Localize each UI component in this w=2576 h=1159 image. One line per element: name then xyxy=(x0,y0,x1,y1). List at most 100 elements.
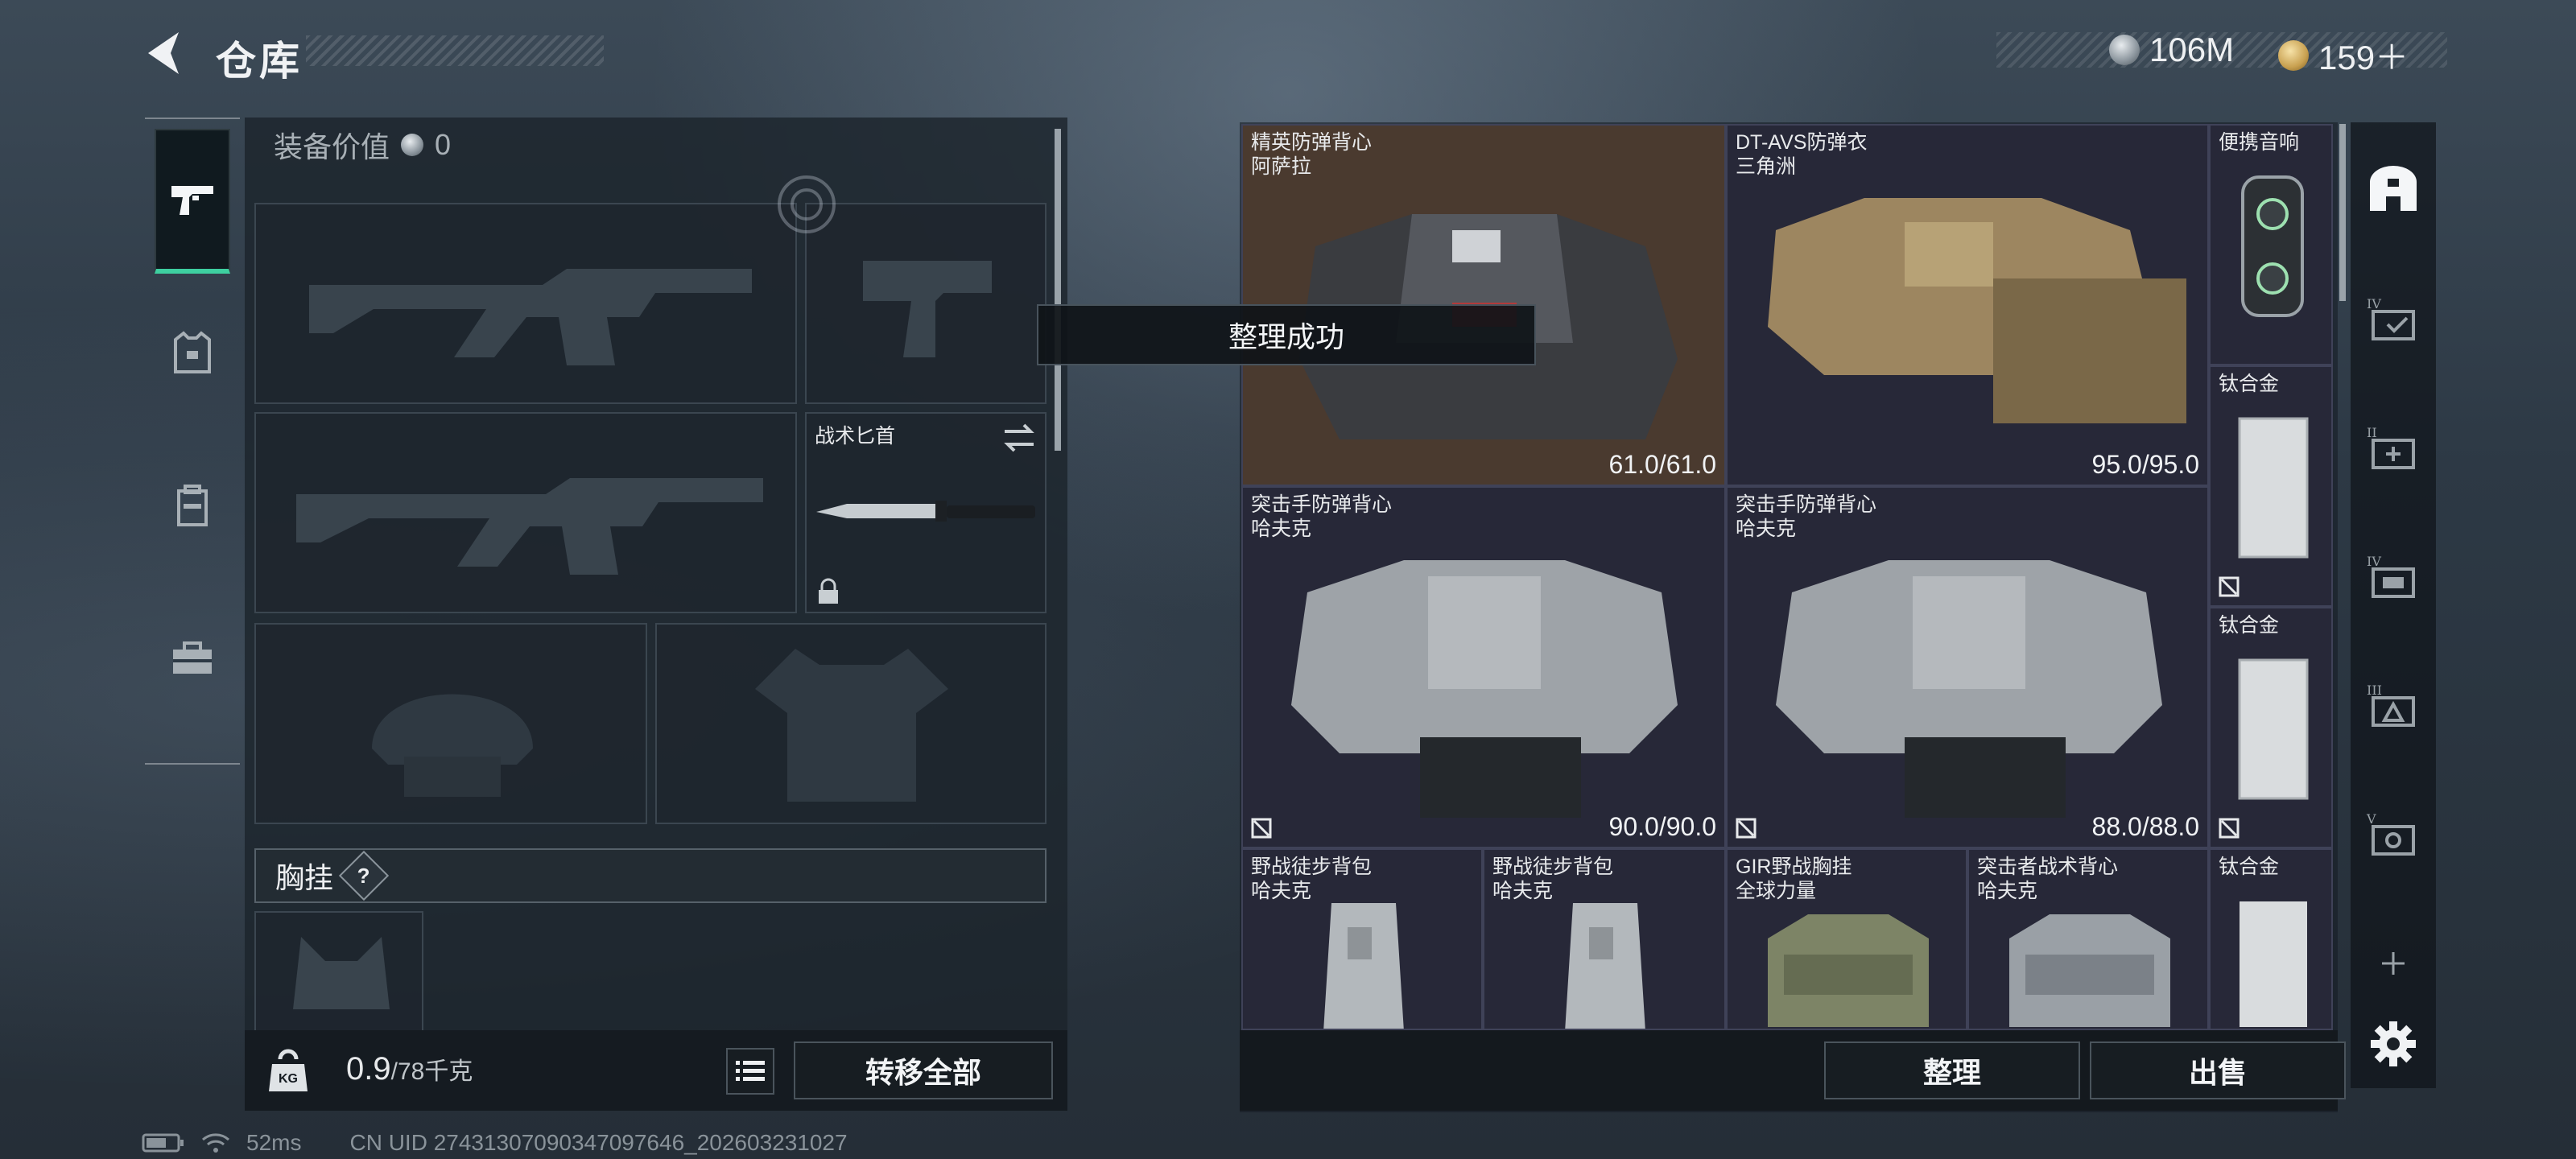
toast-sort-success: 整理成功 xyxy=(1037,304,1536,365)
item-name: 野战徒步背包 哈夫克 xyxy=(1251,856,1373,902)
lock-icon xyxy=(819,578,838,604)
inventory-item-assault-vest-1[interactable]: 突击手防弹背心 哈夫克 90.0/90.0 xyxy=(1241,486,1726,848)
silver-coin-icon xyxy=(401,134,424,156)
pistol-silhouette-icon xyxy=(863,261,992,357)
svg-text:II: II xyxy=(2367,425,2377,440)
help-button[interactable]: ? xyxy=(338,850,390,901)
inventory-item-titanium[interactable]: 钛合金 xyxy=(2209,365,2333,607)
weight-max: /78千克 xyxy=(390,1058,473,1085)
titanium-plate-image-icon xyxy=(2238,658,2309,800)
inventory-item-field-backpack-2[interactable]: 野战徒步背包 哈夫克 xyxy=(1483,848,1726,1030)
item-durability: 88.0/88.0 xyxy=(2091,812,2199,841)
target-reticle-icon xyxy=(778,175,836,233)
no-repair-icon xyxy=(2219,576,2240,597)
inventory-item-titanium[interactable]: 钛合金 xyxy=(2209,607,2333,848)
nav-armor[interactable] xyxy=(155,280,230,425)
svg-text:V: V xyxy=(2366,811,2376,827)
no-repair-icon xyxy=(2219,818,2240,839)
currency-gold[interactable]: 159＋ xyxy=(2278,31,2409,80)
silver-coin-icon xyxy=(2109,35,2140,65)
knife-image-icon xyxy=(816,501,1035,522)
nav-toolbox[interactable] xyxy=(155,586,230,731)
vest-icon xyxy=(174,331,211,373)
helmet-slot[interactable] xyxy=(254,623,647,824)
secondary-weapon-slot[interactable] xyxy=(778,175,1046,404)
storage-box-icon: IV xyxy=(2367,554,2415,598)
storage-sidebar: IV II IV III V xyxy=(2351,122,2436,1088)
settings-button[interactable] xyxy=(2365,1016,2421,1072)
transfer-all-button[interactable]: 转移全部 xyxy=(794,1041,1053,1099)
help-icon: ? xyxy=(357,863,370,888)
chest-rig-silhouette-icon xyxy=(293,937,390,1009)
storage-main-tab[interactable] xyxy=(2365,161,2421,217)
equipment-value-label: 装备价值 xyxy=(274,130,390,163)
svg-text:III: III xyxy=(2367,683,2382,698)
armor-silhouette-icon xyxy=(755,649,948,802)
inventory-item-portable-speaker[interactable]: 便携音响 xyxy=(2209,124,2333,365)
swap-icon[interactable] xyxy=(1001,422,1037,454)
add-storage-button[interactable] xyxy=(2365,935,2421,992)
no-repair-icon xyxy=(1251,818,1272,839)
sell-button[interactable]: 出售 xyxy=(2090,1041,2346,1099)
item-name: 便携音响 xyxy=(2219,131,2300,154)
storage-tab-iv-a[interactable]: IV xyxy=(2365,291,2421,348)
item-name: 钛合金 xyxy=(2219,614,2280,637)
equipment-value: 装备价值 0 xyxy=(274,124,451,166)
loadout-scrollbar[interactable] xyxy=(1055,129,1061,451)
inventory-item-gir-chest-rig[interactable]: GIR野战胸挂 全球力量 xyxy=(1726,848,1967,1030)
storage-tab-ii[interactable]: II xyxy=(2365,420,2421,476)
inventory-item-assault-vest-2[interactable]: 突击手防弹背心 哈夫克 88.0/88.0 xyxy=(1726,486,2209,848)
currency-silver[interactable]: 106M xyxy=(2109,31,2234,69)
storage-box-icon: V xyxy=(2366,811,2415,856)
battery-icon xyxy=(142,1133,184,1153)
storage-box-icon: II xyxy=(2367,425,2415,469)
inventory-item-raider-vest[interactable]: 突击者战术背心 哈夫克 xyxy=(1967,848,2209,1030)
primary-weapon-slot[interactable] xyxy=(254,203,797,404)
chest-rig-label: 胸挂 xyxy=(275,861,334,894)
sort-button[interactable]: 整理 xyxy=(1824,1041,2080,1099)
nav-backpack[interactable] xyxy=(155,433,230,578)
item-name: 钛合金 xyxy=(2219,373,2280,395)
inventory-scrollbar[interactable] xyxy=(2339,124,2346,301)
item-durability: 61.0/61.0 xyxy=(1608,450,1716,479)
list-icon xyxy=(736,1061,765,1081)
user-uid: CN UID 27431307090347097646_202603231027 xyxy=(349,1130,848,1155)
chest-rig-slot[interactable] xyxy=(254,911,423,1032)
category-nav xyxy=(145,118,240,765)
knife-slot[interactable]: 战术匕首 xyxy=(805,412,1046,613)
back-button[interactable] xyxy=(142,29,187,77)
titanium-plate-image-icon xyxy=(2240,901,2307,1027)
wifi-icon xyxy=(202,1133,229,1153)
list-view-button[interactable] xyxy=(726,1048,774,1095)
item-durability: 95.0/95.0 xyxy=(2091,450,2199,479)
backpack-image-icon xyxy=(1323,903,1404,1029)
dt-avs-armor-image-icon xyxy=(1768,198,2186,423)
storage-tab-v[interactable]: V xyxy=(2365,806,2421,863)
no-repair-icon xyxy=(1736,818,1757,839)
gold-coin-icon xyxy=(2278,39,2309,71)
nav-weapons[interactable] xyxy=(155,129,230,274)
item-name: 突击手防弹背心 哈夫克 xyxy=(1736,493,1877,540)
svg-text:IV: IV xyxy=(2367,554,2381,569)
weight-icon: KG xyxy=(266,1046,311,1095)
item-name: 野战徒步背包 哈夫克 xyxy=(1492,856,1614,902)
rifle-silhouette-icon xyxy=(296,478,763,575)
ping-value: 52ms xyxy=(246,1130,302,1155)
storage-tab-iv-b[interactable]: IV xyxy=(2365,549,2421,605)
knife-label: 战术匕首 xyxy=(815,425,896,448)
inventory-item-titanium[interactable]: 钛合金 xyxy=(2209,848,2333,1030)
inventory-item-dt-avs-armor[interactable]: DT-AVS防弹衣 三角洲 95.0/95.0 xyxy=(1726,124,2209,486)
backpack-image-icon xyxy=(1565,903,1645,1029)
inventory-item-field-backpack-1[interactable]: 野战徒步背包 哈夫克 xyxy=(1241,848,1483,1030)
kettlebell-icon xyxy=(269,1049,308,1091)
pistol-icon xyxy=(171,186,213,215)
status-bar: 52ms CN UID 27431307090347097646_2026032… xyxy=(142,1130,848,1156)
secondary-rifle-slot[interactable] xyxy=(254,412,797,613)
speaker-image-icon xyxy=(2241,175,2304,317)
page-title: 仓库 xyxy=(216,39,303,84)
warehouse-icon xyxy=(2370,166,2417,211)
storage-tab-iii[interactable]: III xyxy=(2365,678,2421,734)
body-armor-slot[interactable] xyxy=(655,623,1046,824)
item-durability: 90.0/90.0 xyxy=(1608,812,1716,841)
back-arrow-icon xyxy=(148,32,179,74)
